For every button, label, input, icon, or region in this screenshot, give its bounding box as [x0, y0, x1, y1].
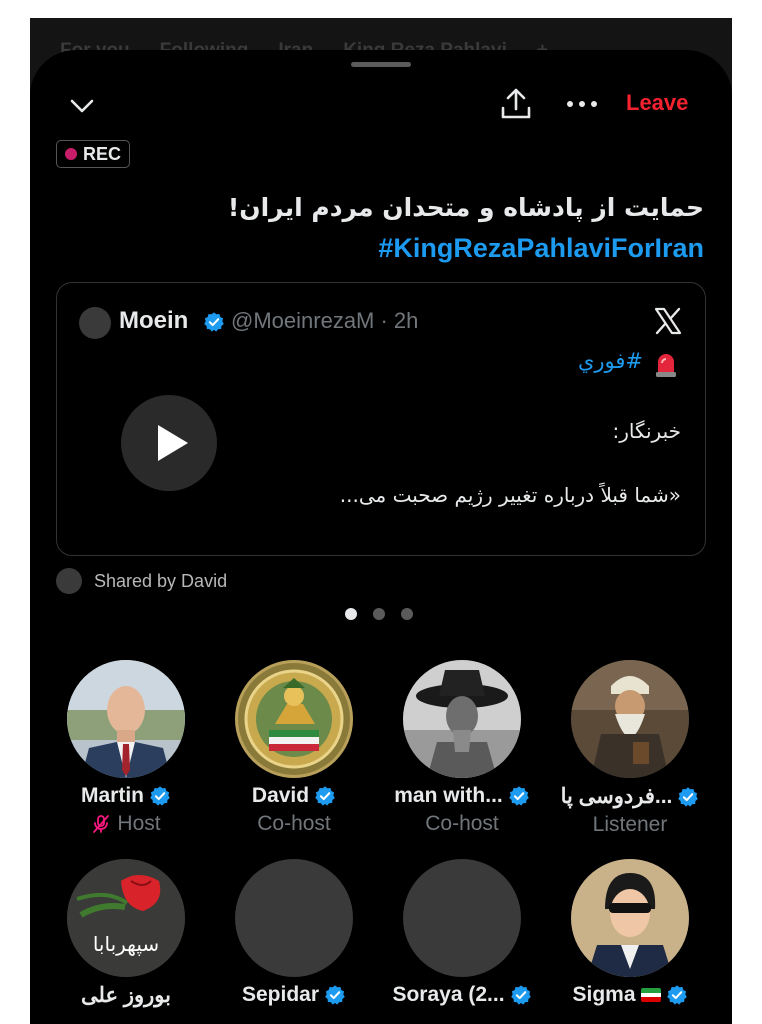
portrait-image: [403, 660, 521, 778]
participant-name: Sigma: [572, 983, 636, 1006]
participant-man-with[interactable]: man with... Co-host: [378, 660, 546, 837]
participant-role: Host: [117, 812, 161, 835]
x-logo-icon: [654, 307, 682, 335]
participants-grid: Martin Host David Co-host man with... Co…: [30, 660, 732, 1008]
participant-david[interactable]: David Co-host: [210, 660, 378, 837]
avatar[interactable]: [67, 660, 185, 778]
participant-role: Listener: [592, 813, 668, 836]
iran-flag-icon: [640, 988, 661, 1002]
participant-role: Co-host: [257, 812, 331, 835]
participant-name: بوروز علی: [81, 984, 171, 1007]
tweet-author-avatar[interactable]: [79, 307, 111, 339]
avatar[interactable]: سپهربابا: [67, 859, 185, 977]
verified-badge-icon: [150, 786, 170, 806]
record-dot-icon: [65, 148, 77, 160]
chevron-down-icon: [70, 99, 94, 113]
participant-martin[interactable]: Martin Host: [42, 660, 210, 837]
verified-badge-icon: [204, 312, 224, 332]
verified-badge-icon: [325, 985, 345, 1005]
participant-name: David: [251, 784, 310, 807]
space-title-text: حمایت از پادشاه و متحدان مردم ایران!: [227, 193, 704, 222]
tweet-hashtag[interactable]: #فوري: [578, 349, 643, 373]
portrait-image: [571, 859, 689, 977]
avatar[interactable]: [571, 660, 689, 778]
carousel-pager: [345, 608, 413, 620]
collapse-button[interactable]: [66, 90, 98, 122]
avatar[interactable]: [403, 660, 521, 778]
participant-role: Co-host: [425, 812, 499, 835]
space-sheet: Leave REC حمایت از پادشاه و متحدان مردم …: [30, 50, 732, 1024]
participant-name: Sepidar: [241, 983, 320, 1006]
share-icon: [501, 88, 531, 119]
verified-badge-icon: [508, 786, 529, 806]
avatar[interactable]: [235, 660, 353, 778]
play-video-button[interactable]: [121, 395, 217, 491]
pinned-tweet-card[interactable]: Moein @MoeinrezaM · 2h #فوري خبرنگار: «ش…: [56, 282, 706, 556]
participant-name: Soraya (2...: [392, 983, 505, 1006]
space-title-hashtag[interactable]: #KingRezaPahlaviForIran: [64, 228, 704, 268]
participant-soraya[interactable]: Soraya (2...: [378, 859, 546, 1008]
space-topbar: Leave: [30, 86, 732, 126]
avatar[interactable]: [235, 859, 353, 977]
avatar[interactable]: [571, 859, 689, 977]
pager-dot[interactable]: [401, 608, 413, 620]
participant-sigma[interactable]: Sigma: [546, 859, 714, 1008]
play-icon: [158, 425, 188, 461]
sheet-grabber[interactable]: [351, 62, 411, 67]
share-button[interactable]: [498, 86, 534, 122]
participant-boruz-ali[interactable]: سپهربابا بوروز علی: [42, 859, 210, 1008]
participant-sepidar[interactable]: Sepidar: [210, 859, 378, 1008]
avatar[interactable]: [403, 859, 521, 977]
verified-badge-icon: [510, 985, 531, 1005]
pager-dot[interactable]: [373, 608, 385, 620]
participant-name: فردوسی پا...: [560, 785, 673, 808]
recording-label: REC: [83, 143, 122, 164]
tweet-text-line2: «شما قبلاً درباره تغییر رژیم صحبت می...: [339, 483, 681, 507]
recording-badge: REC: [56, 140, 131, 168]
shared-by-text: Shared by David: [94, 570, 228, 591]
verified-badge-icon: [678, 786, 699, 807]
participant-name: man with...: [394, 784, 503, 807]
pager-dot[interactable]: [345, 608, 357, 620]
verified-badge-icon: [666, 985, 687, 1005]
shared-by-avatar[interactable]: [56, 568, 82, 594]
portrait-image: [67, 660, 185, 778]
verified-badge-icon: [315, 786, 335, 806]
shared-by-row: Shared by David: [56, 568, 227, 594]
emblem-coin-image: [235, 660, 353, 778]
participant-name: Martin: [81, 784, 144, 807]
more-icon: [567, 101, 597, 107]
participant-ferdowsi[interactable]: فردوسی پا... Listener: [546, 660, 714, 837]
siren-emoji-icon: [656, 354, 676, 377]
more-options-button[interactable]: [564, 92, 600, 116]
portrait-image: [571, 660, 689, 778]
mic-muted-icon: [93, 815, 110, 833]
avatar-calligraphy: سپهربابا: [93, 932, 159, 957]
tulip-calligraphy-image: سپهربابا: [67, 859, 185, 977]
space-title: حمایت از پادشاه و متحدان مردم ایران! #Ki…: [64, 188, 704, 268]
leave-button[interactable]: Leave: [626, 90, 688, 116]
tweet-text-line1: خبرنگار:: [612, 419, 681, 443]
tweet-handle-time: @MoeinrezaM · 2h: [231, 308, 419, 333]
tweet-author-name[interactable]: Moein: [119, 307, 188, 335]
